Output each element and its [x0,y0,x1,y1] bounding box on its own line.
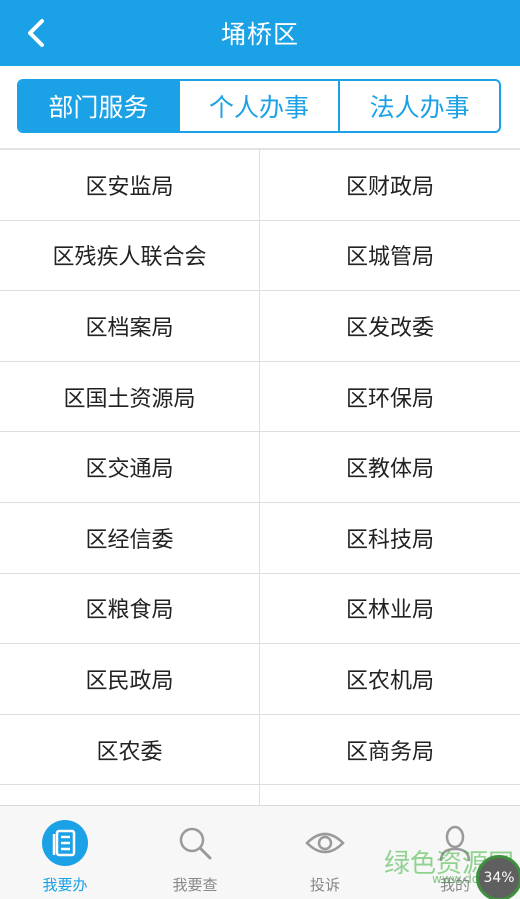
department-item[interactable]: 区民政局 [0,644,260,714]
tab-personal-affairs[interactable]: 个人办事 [177,81,339,131]
department-item[interactable]: 区环保局 [260,362,520,432]
nav-label: 投诉 [309,876,340,894]
department-item[interactable]: 区商务局 [260,715,520,785]
progress-badge[interactable]: 34% [476,855,520,899]
department-item[interactable]: 区交通局 [0,432,260,502]
department-item[interactable]: 区残疾人联合会 [0,220,260,291]
tab-department-services[interactable]: 部门服务 [19,81,178,131]
nav-label: 我要办 [42,876,88,894]
department-item[interactable]: 区城管局 [260,221,520,291]
department-item[interactable]: 区财政局 [260,150,520,220]
back-button[interactable] [16,13,56,53]
grid-row: 区民政局 区农机局 [0,644,520,715]
document-list-icon [40,818,90,868]
search-icon [170,818,220,868]
tab-legal-person-affairs[interactable]: 法人办事 [338,81,499,131]
grid-row: 区交通局 区教体局 [0,432,520,503]
department-item[interactable] [0,785,260,805]
grid-row: 区残疾人联合会 区城管局 [0,220,520,292]
grid-row: 区农委 区商务局 [0,714,520,786]
nav-item-search[interactable]: 我要查 [130,806,260,899]
department-item[interactable]: 区科技局 [260,503,520,573]
department-item[interactable]: 区国土资源局 [0,361,260,432]
department-item[interactable]: 区农机局 [260,644,520,714]
eye-icon [300,818,350,868]
app-header: 埇桥区 [0,0,520,66]
department-item[interactable]: 区粮食局 [0,573,260,644]
department-grid: 区安监局 区财政局 区残疾人联合会 区城管局 区档案局 区发改委 区国土资源局 … [0,150,520,805]
department-item[interactable]: 区档案局 [0,291,260,361]
grid-row: 区安监局 区财政局 [0,150,520,221]
department-item[interactable]: 区林业局 [260,574,520,644]
grid-row: 区粮食局 区林业局 [0,573,520,645]
grid-row [0,785,520,805]
department-item[interactable]: 区安监局 [0,150,260,220]
page-title: 埇桥区 [220,20,299,49]
nav-item-do[interactable]: 我要办 [0,806,130,899]
nav-label: 我要查 [172,876,218,894]
grid-row: 区国土资源局 区环保局 [0,361,520,433]
grid-row: 区档案局 区发改委 [0,291,520,362]
nav-item-complaint[interactable]: 投诉 [260,806,390,899]
segmented-tabs: 部门服务 个人办事 法人办事 [17,79,501,133]
department-item[interactable] [260,785,520,805]
department-item[interactable]: 区教体局 [260,432,520,502]
department-item[interactable]: 区发改委 [260,291,520,361]
chevron-left-icon [28,19,44,47]
department-item[interactable]: 区经信委 [0,502,260,573]
department-item[interactable]: 区农委 [0,714,260,785]
grid-row: 区经信委 区科技局 [0,502,520,574]
